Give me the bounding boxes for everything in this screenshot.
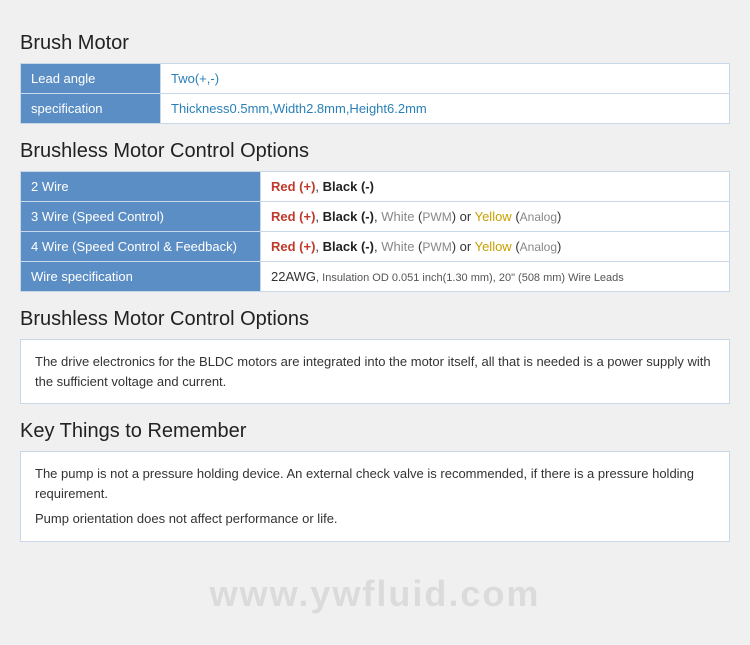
lead-angle-text: Two(+,-) xyxy=(171,71,219,86)
pwm-text: PWM xyxy=(422,210,451,224)
4wire-value: Red (+), Black (-), White (PWM) or Yello… xyxy=(261,232,730,262)
analog-text: Analog xyxy=(520,210,557,224)
specification-label: specification xyxy=(21,94,161,124)
lead-angle-label: Lead angle xyxy=(21,64,161,94)
specification-value: Thickness0.5mm,Width2.8mm,Height6.2mm xyxy=(161,94,730,124)
specification-text: Thickness0.5mm,Width2.8mm,Height6.2mm xyxy=(171,101,427,116)
yellow-text: Yellow xyxy=(475,209,512,224)
wire-spec-label: Wire specification xyxy=(21,262,261,292)
white-text-2: White xyxy=(381,239,414,254)
2wire-value: Red (+), Black (-) xyxy=(261,172,730,202)
brushless-control-table: 2 Wire Red (+), Black (-) 3 Wire (Speed … xyxy=(20,171,730,292)
4wire-label: 4 Wire (Speed Control & Feedback) xyxy=(21,232,261,262)
yellow-text-2: Yellow xyxy=(475,239,512,254)
table-row: 4 Wire (Speed Control & Feedback) Red (+… xyxy=(21,232,730,262)
table-row: Wire specification 22AWG, Insulation OD … xyxy=(21,262,730,292)
brushless-description-box: The drive electronics for the BLDC motor… xyxy=(20,339,730,404)
wire-spec-detail: , Insulation OD 0.051 inch(1.30 mm), 20"… xyxy=(316,272,624,284)
table-row: Lead angle Two(+,-) xyxy=(21,64,730,94)
red-text-3: Red (+) xyxy=(271,239,315,254)
black-text: Black (-) xyxy=(323,179,374,194)
3wire-value: Red (+), Black (-), White (PWM) or Yello… xyxy=(261,202,730,232)
wire-spec-value: 22AWG, Insulation OD 0.051 inch(1.30 mm)… xyxy=(261,262,730,292)
brushless-control-title: Brushless Motor Control Options xyxy=(20,140,730,163)
brushless-desc-text: The drive electronics for the BLDC motor… xyxy=(35,352,715,391)
brush-motor-table: Lead angle Two(+,-) specification Thickn… xyxy=(20,63,730,124)
wire-spec-main: 22AWG xyxy=(271,269,316,284)
table-row: specification Thickness0.5mm,Width2.8mm,… xyxy=(21,94,730,124)
lead-angle-value: Two(+,-) xyxy=(161,64,730,94)
table-row: 3 Wire (Speed Control) Red (+), Black (-… xyxy=(21,202,730,232)
red-text-2: Red (+) xyxy=(271,209,315,224)
key-things-title: Key Things to Remember xyxy=(20,420,730,443)
watermark: www.ywfluid.com xyxy=(210,573,541,615)
brush-motor-title: Brush Motor xyxy=(20,32,730,55)
brushless-desc-title: Brushless Motor Control Options xyxy=(20,308,730,331)
key-things-line2: Pump orientation does not affect perform… xyxy=(35,509,715,529)
key-things-line1: The pump is not a pressure holding devic… xyxy=(35,464,715,503)
pwm-text-2: PWM xyxy=(422,240,451,254)
key-things-box: The pump is not a pressure holding devic… xyxy=(20,451,730,542)
2wire-label: 2 Wire xyxy=(21,172,261,202)
3wire-label: 3 Wire (Speed Control) xyxy=(21,202,261,232)
black-text-3: Black (-) xyxy=(323,239,374,254)
analog-text-2: Analog xyxy=(520,240,557,254)
red-text: Red (+) xyxy=(271,179,315,194)
white-text: White xyxy=(381,209,414,224)
table-row: 2 Wire Red (+), Black (-) xyxy=(21,172,730,202)
black-text-2: Black (-) xyxy=(323,209,374,224)
